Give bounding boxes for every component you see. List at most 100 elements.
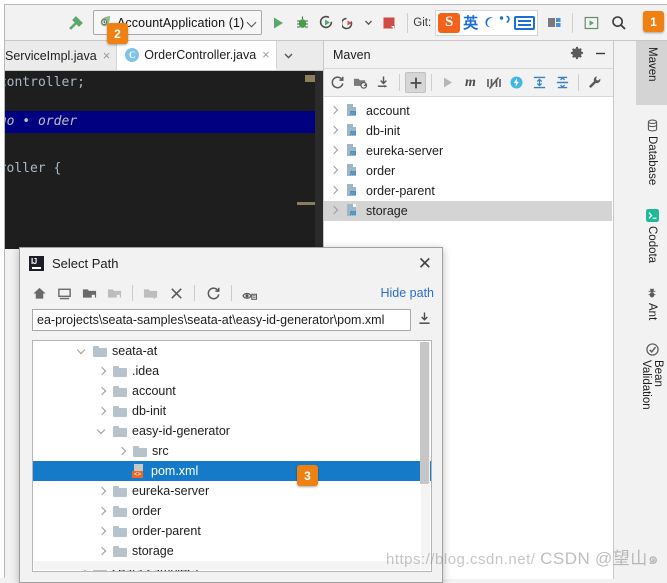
close-icon[interactable]: × — [262, 48, 270, 61]
java-class-icon: C — [125, 47, 140, 62]
stop-button[interactable] — [376, 16, 402, 30]
chevron-right-icon[interactable] — [330, 126, 340, 136]
editor-tabs-more-button[interactable] — [277, 41, 301, 70]
add-maven-project-button[interactable] — [405, 72, 426, 93]
tree-row-storage[interactable]: storage — [33, 541, 431, 561]
home-button[interactable] — [28, 282, 50, 304]
file-tree-vertical-scrollbar[interactable] — [420, 342, 430, 570]
dialog-toolbar: Hide path — [20, 278, 442, 308]
maven-project-label: storage — [366, 204, 408, 218]
profile-dropdown-arrow[interactable] — [360, 18, 376, 27]
search-everywhere-button[interactable] — [604, 15, 634, 31]
tree-row-order-parent[interactable]: order-parent — [33, 521, 431, 541]
run-maven-build-button[interactable] — [437, 72, 458, 93]
run-with-coverage-button[interactable] — [314, 15, 338, 30]
build-project-button[interactable] — [63, 10, 89, 36]
toggle-offline-button[interactable] — [506, 72, 527, 93]
expand-all-button[interactable] — [529, 72, 550, 93]
sogou-s-logo[interactable]: S — [438, 12, 461, 33]
soft-keyboard-icon[interactable] — [514, 15, 536, 30]
editor-right-gutter[interactable] — [315, 71, 323, 249]
code-editor[interactable]: .controller; ngo • order ntroller { — [5, 71, 323, 249]
tree-row-seata-at[interactable]: seata-at — [33, 341, 431, 361]
maven-settings-button[interactable] — [584, 72, 605, 93]
chevron-right-icon[interactable] — [97, 366, 108, 377]
tree-row-db-init[interactable]: db-init — [33, 401, 431, 421]
maven-project-row[interactable]: m order — [324, 161, 612, 181]
tree-row-idea[interactable]: .idea — [33, 361, 431, 381]
editor-tab-ordercontroller[interactable]: C OrderController.java × — [117, 41, 277, 70]
generate-sources-button[interactable] — [350, 72, 371, 93]
watermark-author: @望山๑ — [594, 549, 659, 568]
maven-project-row[interactable]: m order-parent — [324, 181, 612, 201]
tree-row-src[interactable]: src — [33, 441, 431, 461]
tool-tab-label: Database — [646, 136, 658, 186]
close-icon[interactable]: ✕ — [416, 255, 434, 272]
chevron-right-icon[interactable] — [97, 406, 108, 417]
tree-row-easy-id-generator[interactable]: easy-id-generator — [33, 421, 431, 441]
chevron-right-icon[interactable] — [97, 546, 108, 557]
hide-path-link[interactable]: Hide path — [380, 286, 434, 300]
punctuation-icon[interactable] — [498, 14, 511, 32]
editor-tab-serviceimpl[interactable]: ServiceImpl.java × — [0, 41, 118, 70]
layout-button[interactable] — [541, 16, 567, 30]
git-widget[interactable]: Git: S 英 — [413, 9, 539, 36]
path-input[interactable]: ea-projects\seata-samples\seata-at\easy-… — [32, 309, 411, 331]
chevron-right-icon[interactable] — [97, 526, 108, 537]
debug-button[interactable] — [290, 15, 314, 30]
gear-icon[interactable] — [570, 46, 584, 63]
chevron-down-icon[interactable] — [97, 426, 108, 437]
chevron-right-icon[interactable] — [97, 386, 108, 397]
minimize-icon[interactable] — [594, 47, 607, 63]
show-hidden-files-button[interactable] — [239, 282, 261, 304]
run-button[interactable] — [266, 16, 290, 30]
download-sources-button[interactable] — [373, 72, 394, 93]
tree-row-label: eureka-server — [132, 484, 210, 498]
close-icon[interactable]: × — [103, 49, 111, 62]
tree-row-pom-xml[interactable]: <> pom.xml — [33, 461, 431, 481]
refresh-button[interactable] — [202, 282, 224, 304]
tree-row-eureka-server[interactable]: eureka-server — [33, 481, 431, 501]
folder-icon — [113, 545, 127, 557]
chevron-down-icon[interactable] — [77, 346, 88, 357]
sidebar-item-ant[interactable]: Ant — [636, 281, 667, 333]
chevron-right-icon[interactable] — [330, 166, 340, 176]
path-row: ea-projects\seata-samples\seata-at\easy-… — [20, 308, 442, 332]
file-tree-horizontal-scrollbar[interactable] — [34, 561, 420, 570]
chevron-right-icon[interactable] — [330, 206, 340, 216]
sogou-ime-bar[interactable]: S 英 — [435, 9, 539, 36]
maven-project-row[interactable]: m db-init — [324, 121, 612, 141]
chevron-right-icon[interactable] — [97, 486, 108, 497]
file-tree[interactable]: seata-at .idea account db-init easy-id-g — [32, 340, 432, 572]
maven-title: Maven — [333, 47, 371, 62]
sidebar-item-codota[interactable]: Codota — [636, 203, 667, 277]
maven-project-row[interactable]: m eureka-server — [324, 141, 612, 161]
chevron-right-icon[interactable] — [330, 106, 340, 116]
chevron-down-icon[interactable] — [248, 18, 257, 27]
run-anything-button[interactable] — [578, 16, 604, 30]
sidebar-item-maven[interactable]: Maven — [636, 41, 667, 105]
chevron-right-icon[interactable] — [97, 506, 108, 517]
profile-button[interactable] — [338, 16, 360, 30]
execute-maven-goal-button[interactable]: m — [460, 72, 481, 93]
collapse-all-button[interactable] — [552, 72, 573, 93]
scrollbar-thumb[interactable] — [420, 342, 429, 484]
sidebar-item-bean-validation[interactable]: Bean Validation — [636, 337, 667, 445]
maven-project-row[interactable]: m account — [324, 101, 612, 121]
chevron-right-icon[interactable] — [330, 146, 340, 156]
chevron-right-icon[interactable] — [330, 186, 340, 196]
ime-mode-indicator[interactable]: 英 — [463, 12, 478, 33]
path-history-icon[interactable] — [417, 311, 432, 329]
maven-project-row-storage[interactable]: m storage — [324, 201, 612, 221]
delete-button[interactable] — [165, 282, 187, 304]
tree-row-account[interactable]: account — [33, 381, 431, 401]
moon-icon[interactable] — [481, 14, 495, 32]
sidebar-item-database[interactable]: Database — [636, 113, 667, 199]
tree-row-order[interactable]: order — [33, 501, 431, 521]
desktop-button[interactable] — [53, 282, 75, 304]
reload-all-maven-projects-button[interactable] — [327, 72, 348, 93]
step-badge-1: 1 — [643, 11, 664, 32]
project-dir-button[interactable] — [78, 282, 100, 304]
toggle-skip-tests-button[interactable] — [483, 72, 504, 93]
chevron-right-icon[interactable] — [117, 446, 128, 457]
